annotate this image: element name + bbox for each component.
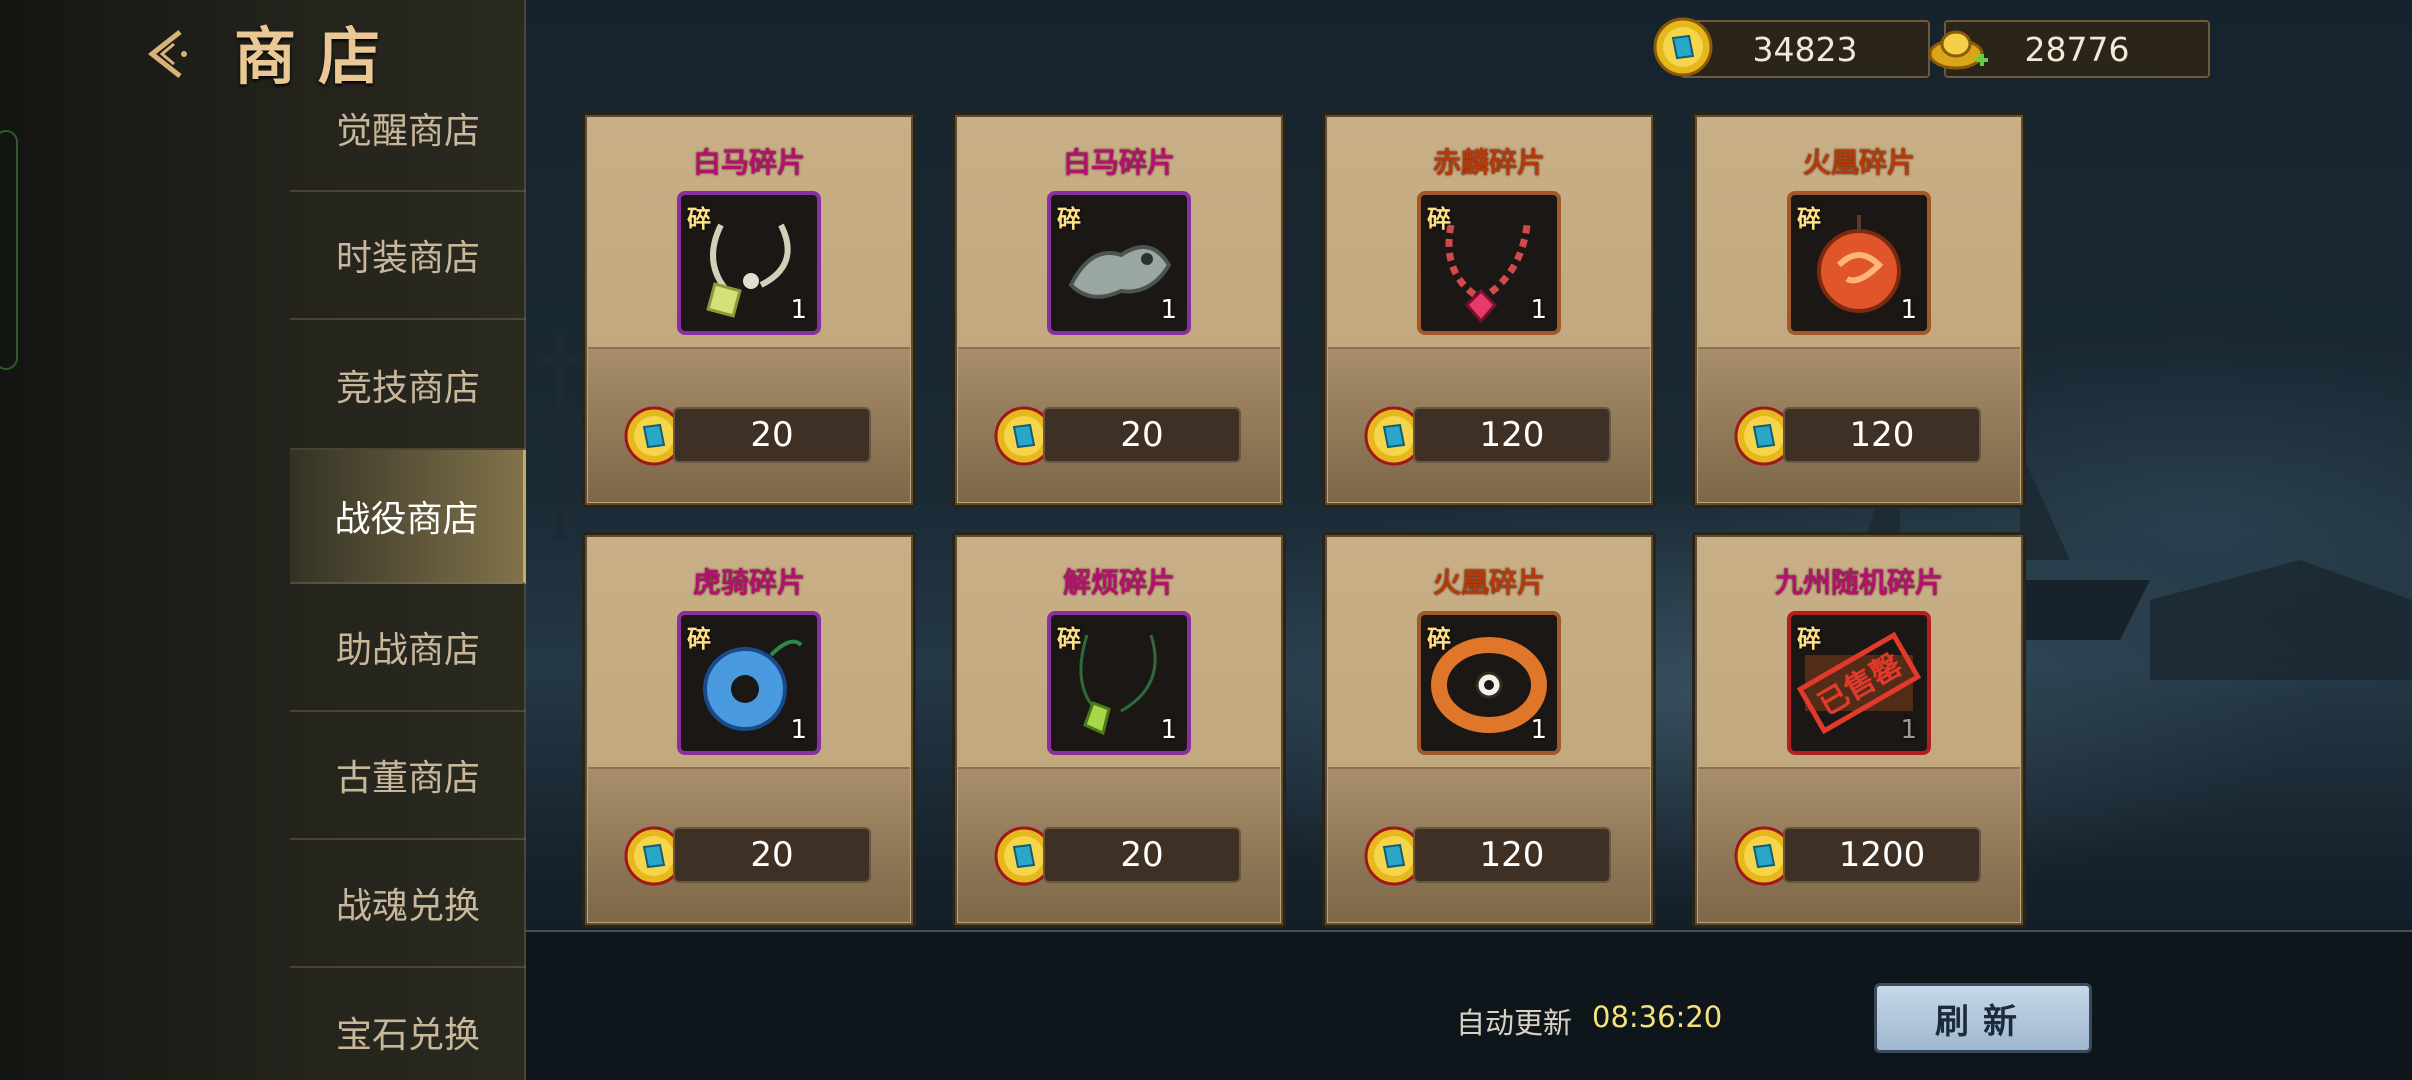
shop-item-card[interactable]: 白马碎片 碎 1 20	[582, 112, 916, 508]
fragment-badge: 碎	[1427, 205, 1451, 233]
back-arrow-icon[interactable]	[140, 22, 204, 86]
item-quantity: 1	[1900, 295, 1917, 325]
item-quantity: 1	[790, 715, 807, 745]
coin-balance: 34823	[1680, 20, 1930, 78]
sidebar-item-antique-shop[interactable]: 古董商店	[290, 712, 526, 840]
item-price: 120	[1783, 407, 1981, 463]
item-quantity: 1	[1160, 295, 1177, 325]
sidebar-item-arena-shop[interactable]: 竞技商店	[290, 322, 526, 450]
auto-update-label: 自动更新	[1456, 1006, 1573, 1040]
item-name: 九州随机碎片	[1774, 566, 1943, 599]
shop-item-card[interactable]: 火凰碎片 碎 1 120	[1692, 112, 2026, 508]
sidebar: 商店 觉醒商店 时装商店 竞技商店 战役商店 助战商店 古董商店 战魂兑换 宝石…	[0, 0, 526, 1080]
item-icon-frame: 碎 1	[677, 611, 821, 755]
fragment-badge: 碎	[1057, 625, 1081, 653]
auto-update-timer: 08:36:20	[1592, 1000, 1723, 1034]
fragment-badge: 碎	[1057, 205, 1081, 233]
item-name: 火凰碎片	[1802, 146, 1915, 179]
item-price: 20	[1043, 827, 1241, 883]
item-price: 1200	[1783, 827, 1981, 883]
sidebar-item-gem-exchange[interactable]: 宝石兑换	[290, 968, 526, 1080]
item-name: 火凰碎片	[1432, 566, 1545, 599]
shop-item-card[interactable]: 火凰碎片 碎 1 120	[1322, 532, 1656, 928]
item-quantity: 1	[1900, 715, 1917, 745]
sidebar-item-fashion-shop[interactable]: 时装商店	[290, 192, 526, 320]
shop-item-card[interactable]: 虎骑碎片 碎 1 20	[582, 532, 916, 928]
fragment-badge: 碎	[687, 625, 711, 653]
shop-item-card[interactable]: 解烦碎片 碎 1 20	[952, 532, 1286, 928]
item-icon-frame: 碎 1	[677, 191, 821, 335]
sidebar-item-awakening-shop[interactable]: 觉醒商店	[290, 62, 526, 192]
item-quantity: 1	[1160, 715, 1177, 745]
item-icon-frame: 碎 1	[1047, 191, 1191, 335]
item-name: 赤麟碎片	[1432, 146, 1545, 179]
item-quantity: 1	[1530, 295, 1547, 325]
fragment-badge: 碎	[1797, 625, 1821, 653]
item-icon-frame: 碎 1	[1417, 611, 1561, 755]
item-quantity: 1	[1530, 715, 1547, 745]
item-price: 20	[1043, 407, 1241, 463]
coin-icon	[1653, 17, 1713, 77]
item-icon-frame: 碎 1	[1047, 611, 1191, 755]
item-name: 解烦碎片	[1062, 566, 1175, 599]
item-price: 20	[673, 407, 871, 463]
fragment-badge: 碎	[1797, 205, 1821, 233]
sidebar-item-assist-shop[interactable]: 助战商店	[290, 584, 526, 712]
fragment-badge: 碎	[687, 205, 711, 233]
item-price: 120	[1413, 407, 1611, 463]
item-price: 120	[1413, 827, 1611, 883]
item-icon-frame: 碎 1	[1417, 191, 1561, 335]
shop-item-card[interactable]: 赤麟碎片 碎 1 120	[1322, 112, 1656, 508]
sidebar-item-warsoul-exchange[interactable]: 战魂兑换	[290, 840, 526, 968]
item-name: 白马碎片	[692, 146, 805, 179]
item-icon-frame: 碎 1	[1787, 191, 1931, 335]
item-name: 白马碎片	[1062, 146, 1175, 179]
item-quantity: 1	[790, 295, 807, 325]
fragment-badge: 碎	[1427, 625, 1451, 653]
item-icon-frame: 已售罄 碎 1	[1787, 611, 1931, 755]
footer-divider	[526, 930, 2412, 932]
sidebar-edge-tab[interactable]	[0, 130, 18, 370]
sidebar-item-campaign-shop[interactable]: 战役商店	[290, 450, 526, 584]
item-price: 20	[673, 827, 871, 883]
gold-ingot-icon[interactable]	[1926, 18, 1992, 78]
refresh-button[interactable]: 刷新	[1874, 983, 2092, 1053]
item-name: 虎骑碎片	[692, 566, 805, 599]
shop-item-card[interactable]: 九州随机碎片 已售罄 碎 1 1200	[1692, 532, 2026, 928]
shop-item-card[interactable]: 白马碎片 碎 1 20	[952, 112, 1286, 508]
